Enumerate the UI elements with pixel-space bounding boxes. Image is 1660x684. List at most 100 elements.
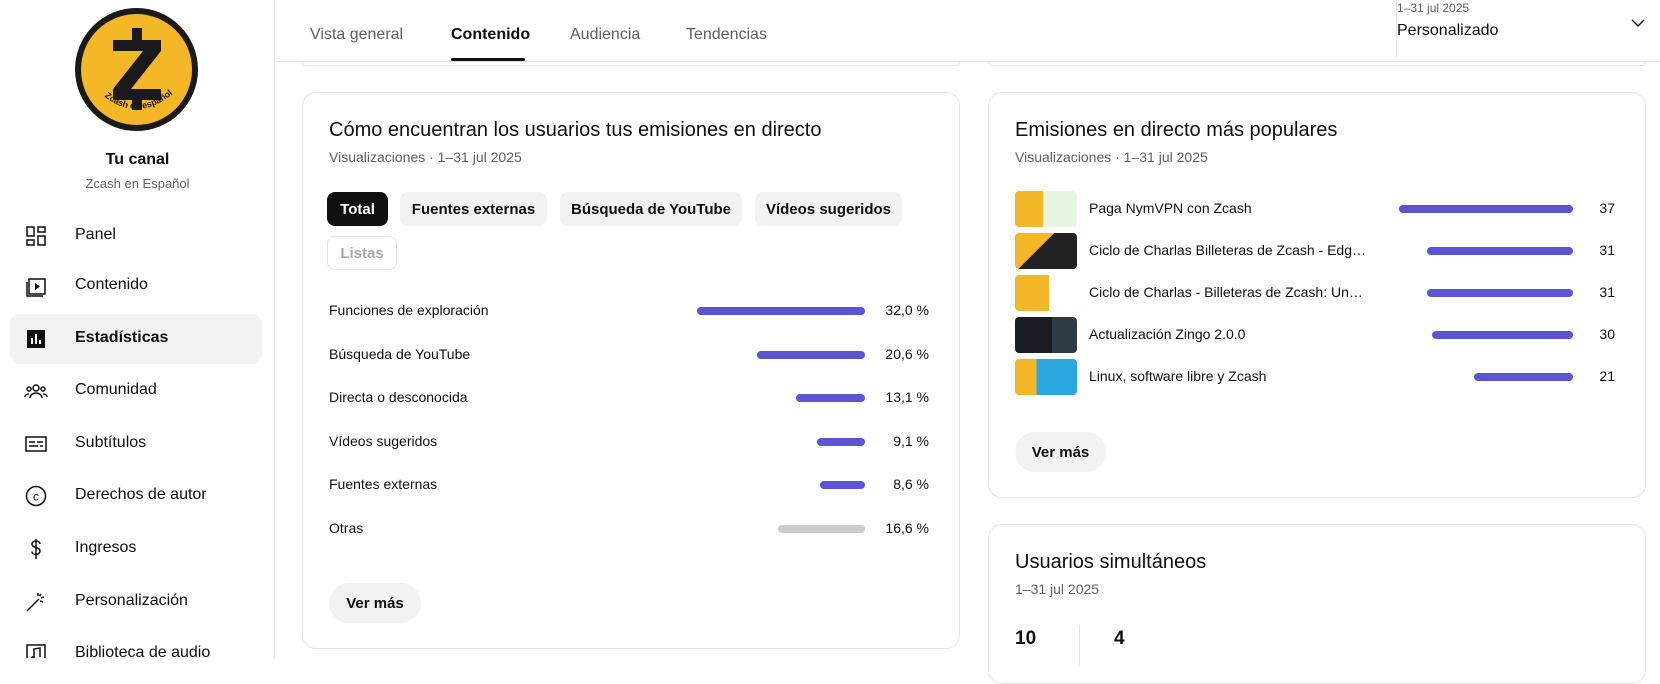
traffic-source-row: Directa o desconocida 13,1 % (329, 387, 929, 407)
see-more-button[interactable]: Ver más (1015, 432, 1106, 472)
traffic-source-row: Vídeos sugeridos 9,1 % (329, 431, 929, 451)
stream-thumbnail (1015, 317, 1077, 353)
concurrent-viewers-card: Usuarios simultáneos 1–31 jul 2025 10 4 (988, 524, 1646, 684)
traffic-source-label: Vídeos sugeridos (329, 432, 438, 449)
date-range-label: Personalizado (1397, 22, 1499, 39)
sidebar-item-panel[interactable]: Panel (10, 211, 262, 261)
subtitles-icon (25, 436, 47, 452)
sidebar-item-label: Subtítulos (75, 434, 147, 451)
chip-suggested-videos[interactable]: Vídeos sugeridos (755, 192, 902, 226)
analytics-icon (27, 330, 45, 348)
sidebar-item-copyright[interactable]: c Derechos de autor (10, 471, 262, 521)
stream-views-bar (1399, 205, 1573, 213)
stream-views-value: 31 (1599, 242, 1615, 258)
stream-views-value: 21 (1599, 368, 1615, 384)
popular-stream-row[interactable]: Paga NymVPN con Zcash 37 (1015, 191, 1615, 227)
card-subtitle: Visualizaciones · 1–31 jul 2025 (329, 149, 522, 165)
content-icon (26, 278, 46, 297)
stream-title: Linux, software libre y Zcash (1089, 368, 1267, 384)
dollar-icon (31, 539, 41, 559)
sidebar-item-content[interactable]: Contenido (10, 261, 262, 311)
channel-name: Zcash en Español (85, 176, 190, 191)
divider (1079, 625, 1080, 665)
sidebar-item-label: Contenido (75, 276, 148, 293)
stream-views-bar (1432, 331, 1573, 339)
chip-playlists[interactable]: Listas (327, 236, 397, 270)
popular-stream-row[interactable]: Ciclo de Charlas Billeteras de Zcash - E… (1015, 233, 1615, 269)
stream-views-bar (1474, 373, 1573, 381)
previous-card-edge (988, 62, 1646, 66)
traffic-source-row: Otras 16,6 % (329, 518, 929, 538)
traffic-source-percent: 13,1 % (885, 389, 929, 405)
traffic-source-row: Funciones de exploración 32,0 % (329, 300, 929, 320)
tab-overview[interactable]: Vista general (310, 26, 403, 44)
stream-thumbnail (1015, 191, 1077, 227)
sidebar-item-customization[interactable]: Personalización (10, 577, 262, 627)
popular-streams-card: Emisiones en directo más populares Visua… (988, 92, 1646, 498)
card-title: Emisiones en directo más populares (1015, 119, 1338, 141)
channel-avatar[interactable]: Zcash en español (75, 8, 198, 131)
sidebar-item-label: Ingresos (75, 539, 137, 556)
chip-total[interactable]: Total (327, 192, 388, 226)
sidebar-item-label: Comunidad (75, 381, 157, 398)
traffic-source-percent: 9,1 % (893, 432, 929, 449)
active-tab-indicator (451, 58, 525, 61)
traffic-source-percent: 32,0 % (885, 302, 929, 318)
community-icon (24, 384, 48, 399)
chip-external[interactable]: Fuentes externas (400, 192, 547, 226)
zcash-logo-icon: Zcash en español (103, 28, 174, 111)
popular-stream-row[interactable]: Ciclo de Charlas - Billeteras de Zcash: … (1015, 275, 1615, 311)
stream-thumbnail (1015, 275, 1077, 311)
discovery-sources-card: Cómo encuentran los usuarios tus emision… (302, 92, 960, 649)
stream-title: Ciclo de Charlas Billeteras de Zcash - E… (1089, 242, 1369, 258)
previous-card-edge (302, 62, 960, 66)
sidebar-item-analytics[interactable]: Estadísticas (10, 314, 262, 364)
traffic-source-label: Búsqueda de YouTube (329, 345, 471, 362)
stream-title: Actualización Zingo 2.0.0 (1089, 326, 1246, 342)
traffic-source-percent: 20,6 % (885, 345, 929, 362)
concurrent-peak-value: 10 (1015, 628, 1037, 649)
date-range-value: 1–31 jul 2025 (1397, 1, 1470, 15)
sidebar-item-subtitles[interactable]: Subtítulos (10, 419, 262, 469)
sidebar-item-earn[interactable]: Ingresos (10, 524, 262, 574)
chip-youtube-search[interactable]: Búsqueda de YouTube (560, 192, 742, 226)
traffic-source-bar (820, 481, 865, 489)
see-more-button[interactable]: Ver más (329, 583, 421, 623)
traffic-source-bar (817, 437, 865, 446)
traffic-source-row: Fuentes externas 8,6 % (329, 474, 929, 494)
sidebar-item-label: Personalización (75, 592, 188, 609)
popular-stream-row[interactable]: Actualización Zingo 2.0.0 30 (1015, 317, 1615, 353)
date-range-selector[interactable]: 1–31 jul 2025 Personalizado (1396, 0, 1656, 58)
sidebar-item-audio-library[interactable]: Biblioteca de audio (10, 629, 262, 658)
tab-content[interactable]: Contenido (451, 26, 530, 44)
chevron-down-icon (1631, 19, 1645, 27)
dashboard-icon (26, 226, 46, 246)
concurrent-average-value: 4 (1114, 628, 1125, 649)
traffic-source-bar (778, 524, 865, 533)
stream-views-bar (1427, 247, 1573, 255)
popular-stream-row[interactable]: Linux, software libre y Zcash 21 (1015, 359, 1615, 395)
sidebar-item-label: Derechos de autor (75, 486, 207, 503)
sidebar-item-label: Panel (75, 226, 116, 243)
svg-text:c: c (33, 490, 39, 504)
traffic-source-label: Funciones de exploración (329, 302, 489, 318)
traffic-source-percent: 8,6 % (893, 476, 929, 492)
copyright-icon: c (25, 485, 47, 507)
sidebar: Zcash en español Tu canal Zcash en Españ… (0, 0, 275, 658)
sidebar-item-label: Biblioteca de audio (75, 644, 211, 658)
tab-trends[interactable]: Tendencias (686, 26, 767, 44)
tab-audience[interactable]: Audiencia (570, 26, 640, 44)
channel-title: Tu canal (105, 151, 170, 168)
stream-thumbnail (1015, 359, 1077, 395)
sidebar-item-community[interactable]: Comunidad (10, 366, 262, 416)
traffic-source-label: Directa o desconocida (329, 389, 468, 405)
stream-title: Ciclo de Charlas - Billeteras de Zcash: … (1089, 284, 1369, 300)
stream-views-value: 30 (1599, 326, 1615, 342)
stream-views-value: 31 (1599, 284, 1615, 300)
traffic-source-row: Búsqueda de YouTube 20,6 % (329, 344, 929, 364)
audio-library-icon (26, 644, 46, 658)
card-title: Cómo encuentran los usuarios tus emision… (329, 119, 822, 141)
traffic-source-bar (697, 307, 865, 315)
traffic-source-bar (796, 394, 865, 402)
sidebar-item-label: Estadísticas (75, 329, 169, 346)
